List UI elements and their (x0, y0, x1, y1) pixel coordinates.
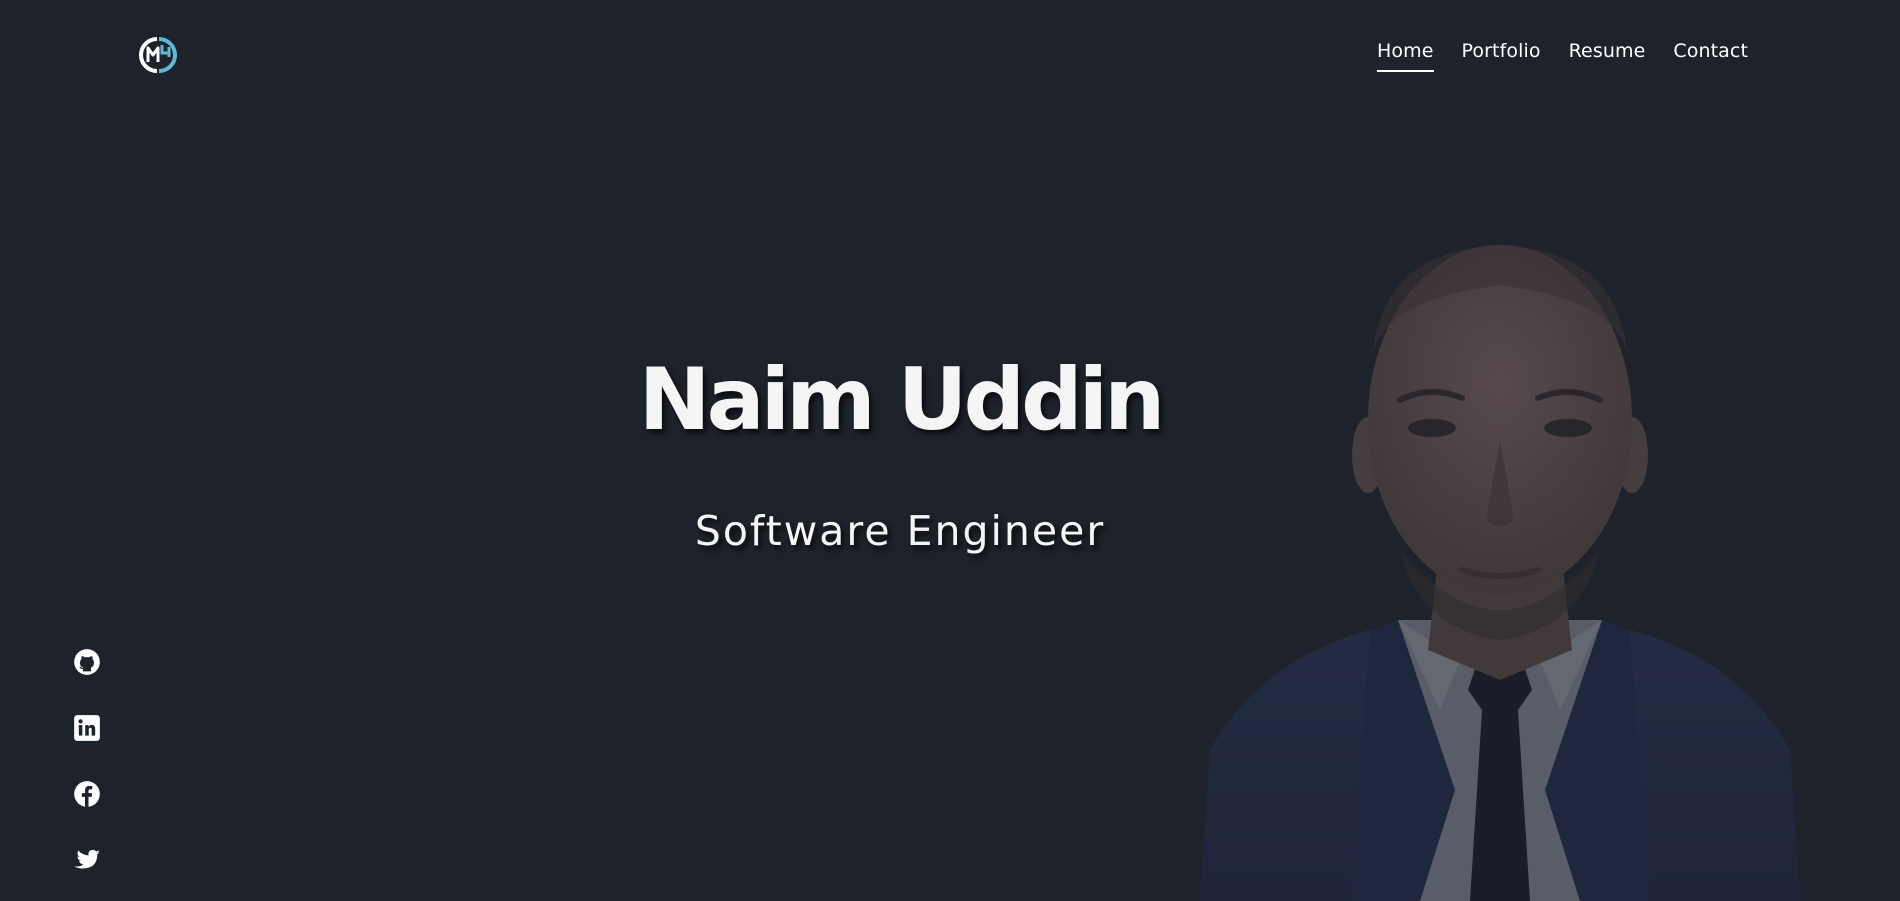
site-logo[interactable] (137, 35, 179, 75)
nav-contact-link[interactable]: Contact (1673, 40, 1748, 72)
nav-portfolio-link[interactable]: Portfolio (1462, 40, 1541, 72)
twitter-icon (74, 849, 100, 869)
nav-home-link[interactable]: Home (1377, 40, 1434, 72)
social-links (73, 648, 103, 874)
hero-job-title: Software Engineer (694, 507, 1106, 555)
hero-name: Naim Uddin (638, 350, 1166, 450)
monogram-logo-icon (139, 37, 177, 73)
github-link[interactable] (73, 648, 103, 676)
linkedin-link[interactable] (73, 714, 103, 742)
linkedin-icon (74, 715, 100, 741)
home-page: Home Portfolio Resume Contact Naim Uddin… (0, 0, 1900, 901)
facebook-link[interactable] (73, 780, 103, 808)
github-icon (74, 649, 100, 675)
profile-portrait (1200, 230, 1800, 901)
main-navigation: Home Portfolio Resume Contact (1377, 40, 1748, 72)
facebook-icon (74, 781, 100, 807)
twitter-link[interactable] (73, 846, 103, 874)
nav-resume-link[interactable]: Resume (1569, 40, 1646, 72)
